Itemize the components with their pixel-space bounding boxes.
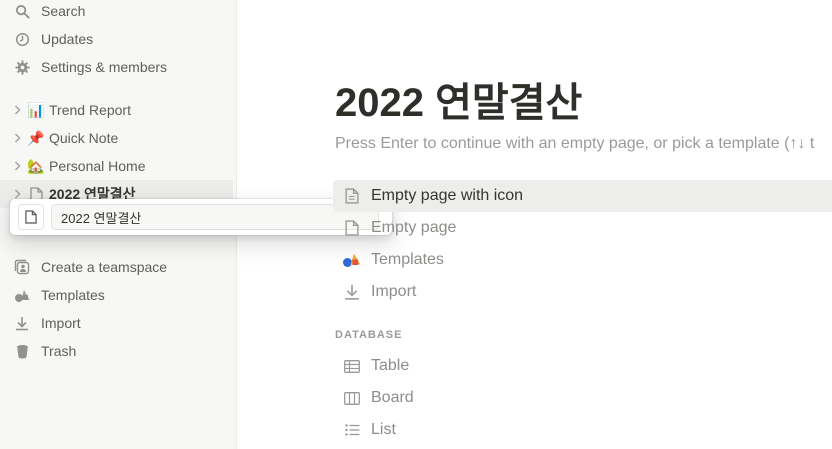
option-label: Empty page with icon [371,187,524,204]
sidebar-item-label: Create a teamspace [41,259,168,275]
sidebar-item-updates[interactable]: Updates [0,25,237,53]
chevron-right-icon[interactable] [11,105,23,115]
sidebar-item-label: Templates [41,287,105,303]
option-board[interactable]: Board [333,382,832,414]
sidebar-page-trend-report[interactable]: 📊 Trend Report [0,96,237,124]
page-title[interactable]: 2022 연말결산 [335,70,582,128]
teamspace-icon [13,258,31,276]
table-icon [341,355,363,377]
chevron-right-icon[interactable] [11,133,23,143]
sidebar-page-label: Quick Note [49,130,119,146]
bar-chart-icon: 📊 [27,101,45,118]
option-table[interactable]: Table [333,350,832,382]
sidebar-item-import[interactable]: Import [0,309,237,337]
option-import[interactable]: Import [333,276,832,308]
option-empty-page-with-icon[interactable]: Empty page with icon [333,180,832,212]
sidebar-page-label: Trend Report [49,102,131,118]
sidebar-item-settings[interactable]: Settings & members [0,53,237,81]
page-hint: Press Enter to continue with an empty pa… [335,135,815,152]
option-label: Import [371,283,417,300]
chevron-right-icon[interactable] [11,189,23,199]
sidebar-page-personal-home[interactable]: 🏡 Personal Home [0,152,237,180]
sidebar-page-quick-note[interactable]: 📌 Quick Note [0,124,237,152]
sidebar-item-search[interactable]: Search [0,0,237,25]
pushpin-icon: 📌 [27,129,45,146]
option-label: Empty page [371,219,457,236]
page-icon [25,210,37,224]
chevron-right-icon[interactable] [11,161,23,171]
option-list[interactable]: List [333,414,832,446]
option-label: Board [371,389,414,406]
trash-icon [13,342,31,360]
templates-icon [341,249,363,271]
sidebar-item-trash[interactable]: Trash [0,337,237,365]
templates-icon [13,286,31,304]
import-icon [341,281,363,303]
main-content: 2022 연말결산 Press Enter to continue with a… [237,0,832,449]
page-icon [341,185,363,207]
search-icon [13,2,31,20]
sidebar-item-label: Settings & members [41,59,168,75]
sidebar-item-label: Import [41,315,81,331]
database-section-label: DATABASE [335,329,403,341]
sidebar-item-label: Search [41,3,86,19]
option-empty-page[interactable]: Empty page [333,212,832,244]
sidebar-page-label: Personal Home [49,158,146,174]
sidebar-item-create-teamspace[interactable]: Create a teamspace [0,253,237,281]
board-icon [341,387,363,409]
sidebar-item-templates[interactable]: Templates [0,281,237,309]
page-icon [341,217,363,239]
clock-icon [13,30,31,48]
option-templates[interactable]: Templates [333,244,832,276]
page-icon-button[interactable] [18,204,44,230]
sidebar-item-label: Updates [41,31,94,47]
list-icon [341,419,363,441]
option-label: Table [371,357,410,374]
option-label: Templates [371,251,444,268]
house-icon: 🏡 [27,157,45,174]
sidebar-item-label: Trash [41,343,77,359]
gear-icon [13,58,31,76]
import-icon [13,314,31,332]
option-label: List [371,421,396,438]
